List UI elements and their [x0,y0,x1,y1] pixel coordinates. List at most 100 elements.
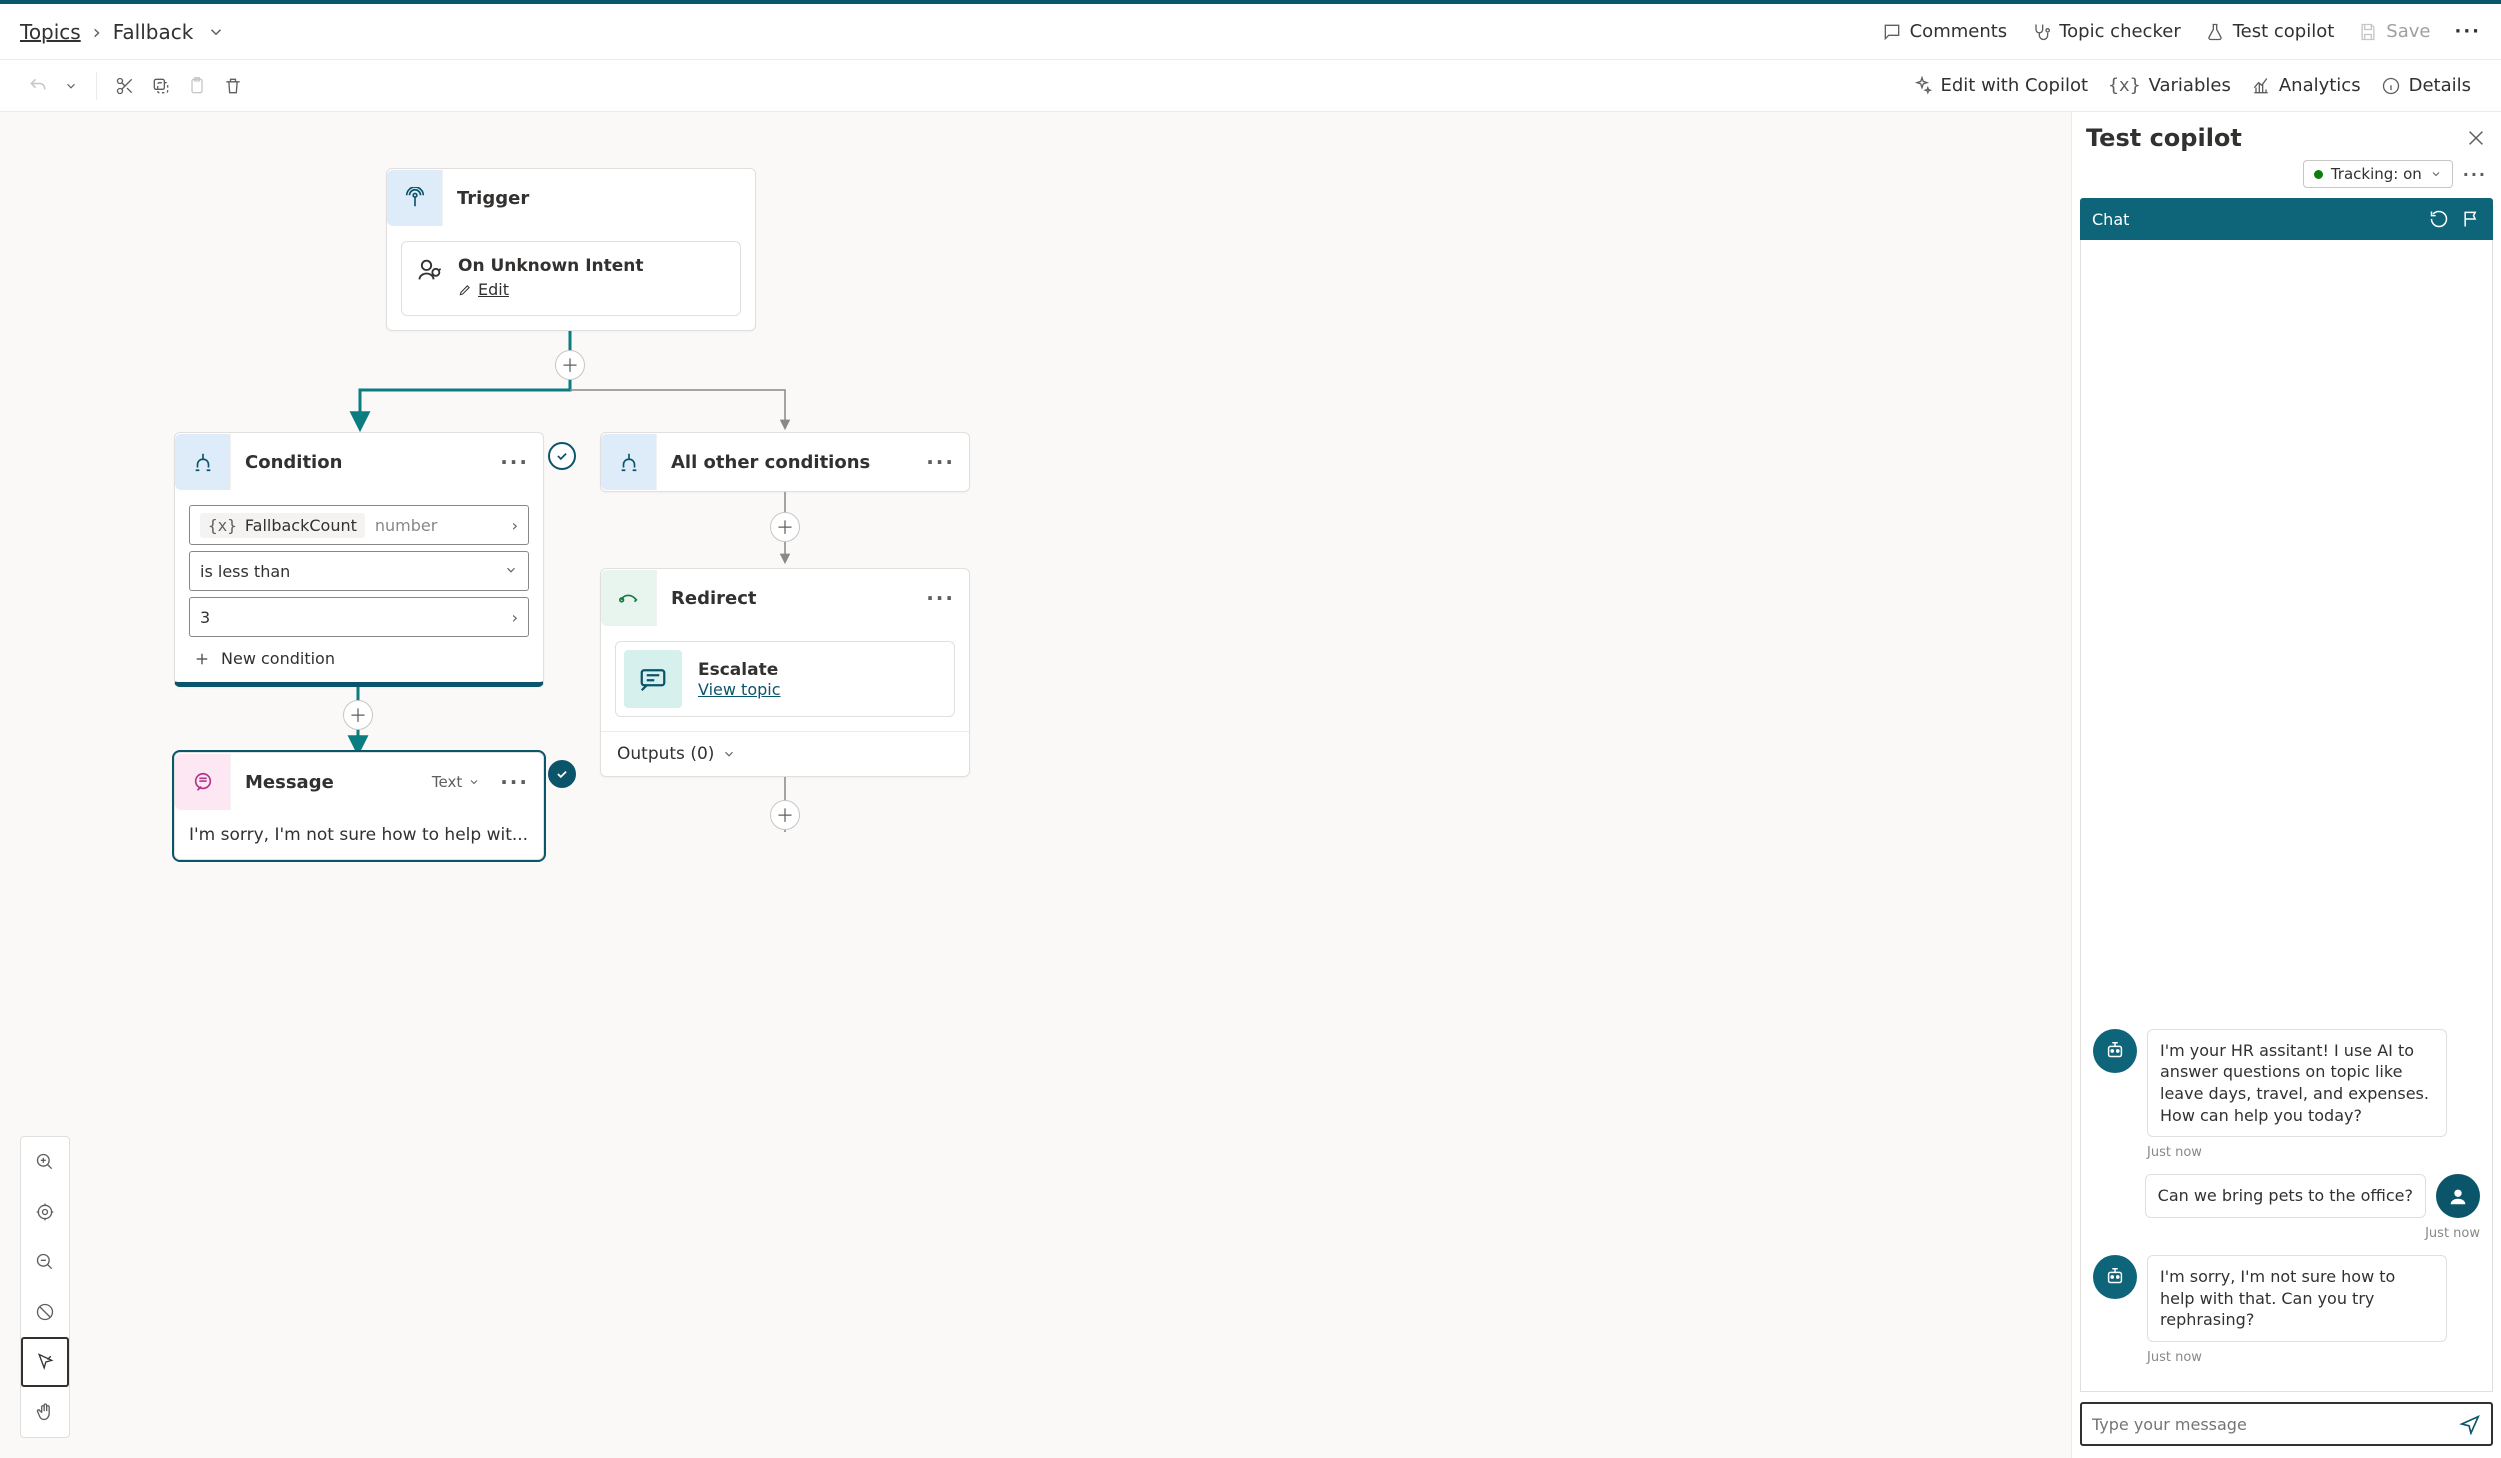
chat-header-label: Chat [2092,210,2129,229]
paste-icon [187,76,207,96]
zoom-fit-button[interactable] [21,1187,69,1237]
topic-dropdown[interactable] [207,23,225,41]
condition-variable-name: FallbackCount [245,516,357,535]
delete-button[interactable] [215,70,251,102]
save-label: Save [2386,21,2430,42]
redirect-view-topic-link[interactable]: View topic [698,680,781,699]
test-copilot-label: Test copilot [2233,21,2335,42]
chat-timestamp: Just now [2147,1145,2480,1160]
copy-button[interactable] [143,70,179,102]
message-title: Message [231,772,432,793]
zoom-out-button[interactable] [21,1237,69,1287]
chat-topic-icon [624,650,682,708]
undo-dropdown[interactable] [56,73,86,99]
breadcrumb-root[interactable]: Topics [20,20,81,44]
trigger-icon [387,170,443,226]
new-condition-button[interactable]: New condition [189,643,529,674]
trigger-node[interactable]: Trigger On Unknown Intent Edit [386,168,756,331]
tracking-toggle[interactable]: Tracking: on [2303,160,2453,188]
redirect-title: Redirect [657,588,912,609]
add-node-after-allother[interactable]: ＋ [770,512,800,542]
breadcrumb-current: Fallback [113,20,194,44]
test-copilot-button[interactable]: Test copilot [2205,21,2335,42]
analytics-button[interactable]: Analytics [2241,69,2371,102]
edit-with-copilot-button[interactable]: Edit with Copilot [1902,69,2098,102]
pencil-icon [458,283,472,297]
message-more-button[interactable]: ··· [486,770,543,794]
stethoscope-icon [2031,22,2051,42]
zoom-palette [20,1136,70,1438]
condition-variable-picker[interactable]: {x} FallbackCount number › [189,505,529,545]
chat-reset-button[interactable] [2429,209,2449,229]
variables-icon: {x} [2108,75,2141,96]
cut-button[interactable] [107,70,143,102]
add-node-after-redirect[interactable]: ＋ [770,800,800,830]
save-button[interactable]: Save [2358,21,2430,42]
redirect-target: Escalate [698,660,781,680]
analytics-icon [2251,76,2271,96]
comment-icon [1882,22,1902,42]
redirect-outputs-label: Outputs (0) [617,744,714,764]
condition-operator-label: is less than [200,562,290,581]
flask-icon [2205,22,2225,42]
condition-more-button[interactable]: ··· [486,450,543,474]
save-icon [2358,22,2378,42]
topic-checker-label: Topic checker [2059,21,2181,42]
all-other-conditions-node[interactable]: All other conditions ··· [600,432,970,492]
chat-flag-button[interactable] [2461,209,2481,229]
chat-timestamp: Just now [2147,1350,2480,1365]
edit-copilot-label: Edit with Copilot [1940,75,2088,96]
variables-button[interactable]: {x} Variables [2098,69,2241,102]
comments-button[interactable]: Comments [1882,21,2008,42]
condition-title: Condition [231,452,486,473]
condition-value-input[interactable]: 3 › [189,597,529,637]
tracking-label: Tracking: on [2331,165,2422,183]
trigger-subtitle: On Unknown Intent [458,256,644,276]
chat-timestamp: Just now [2093,1226,2480,1241]
pan-tool-button[interactable] [21,1387,69,1437]
trigger-edit-label: Edit [478,280,509,299]
info-icon [2381,76,2401,96]
cursor-tool-button[interactable] [21,1337,69,1387]
add-node-after-condition[interactable]: ＋ [343,700,373,730]
zoom-in-button[interactable] [21,1137,69,1187]
plus-icon [193,650,211,668]
chat-user-message: Can we bring pets to the office? [2145,1174,2426,1218]
redirect-outputs-toggle[interactable]: Outputs (0) [601,731,969,776]
bot-avatar-icon [2093,1255,2137,1299]
redirect-icon [601,570,657,626]
message-preview: I'm sorry, I'm not sure how to help wit.… [189,825,528,845]
panel-close-button[interactable] [2465,127,2487,149]
redirect-node[interactable]: Redirect ··· Escalate View topic [600,568,970,777]
trigger-title: Trigger [443,188,755,209]
redirect-more-button[interactable]: ··· [912,586,969,610]
condition-operator-select[interactable]: is less than [189,551,529,591]
user-avatar-icon [2436,1174,2480,1218]
sparkle-icon [1912,76,1932,96]
topic-checker-button[interactable]: Topic checker [2031,21,2181,42]
variable-icon: {x} [208,516,237,535]
paste-button[interactable] [179,70,215,102]
undo-icon [28,76,48,96]
panel-more-button[interactable]: ··· [2463,165,2487,184]
new-condition-label: New condition [221,649,335,668]
details-button[interactable]: Details [2371,69,2481,102]
chat-input[interactable] [2092,1415,2459,1434]
all-other-more-button[interactable]: ··· [912,450,969,474]
topbar-more-button[interactable]: ··· [2454,21,2481,42]
add-node-after-trigger[interactable]: ＋ [555,350,585,380]
status-dot-icon [2314,170,2323,179]
undo-button[interactable] [20,70,56,102]
variables-label: Variables [2149,75,2231,96]
zoom-reset-button[interactable] [21,1287,69,1337]
chat-bot-message: I'm your HR assitant! I use AI to answer… [2147,1029,2447,1137]
trigger-edit-link[interactable]: Edit [458,280,509,299]
copy-icon [151,76,171,96]
condition-node[interactable]: Condition ··· {x} FallbackCount number ›… [174,432,544,687]
message-node[interactable]: Message Text ··· I'm sorry, I'm not sure… [174,752,544,860]
message-icon [175,754,231,810]
message-type-select[interactable]: Text [432,773,486,791]
chat-send-button[interactable] [2459,1413,2481,1435]
comments-label: Comments [1910,21,2008,42]
trash-icon [223,76,243,96]
